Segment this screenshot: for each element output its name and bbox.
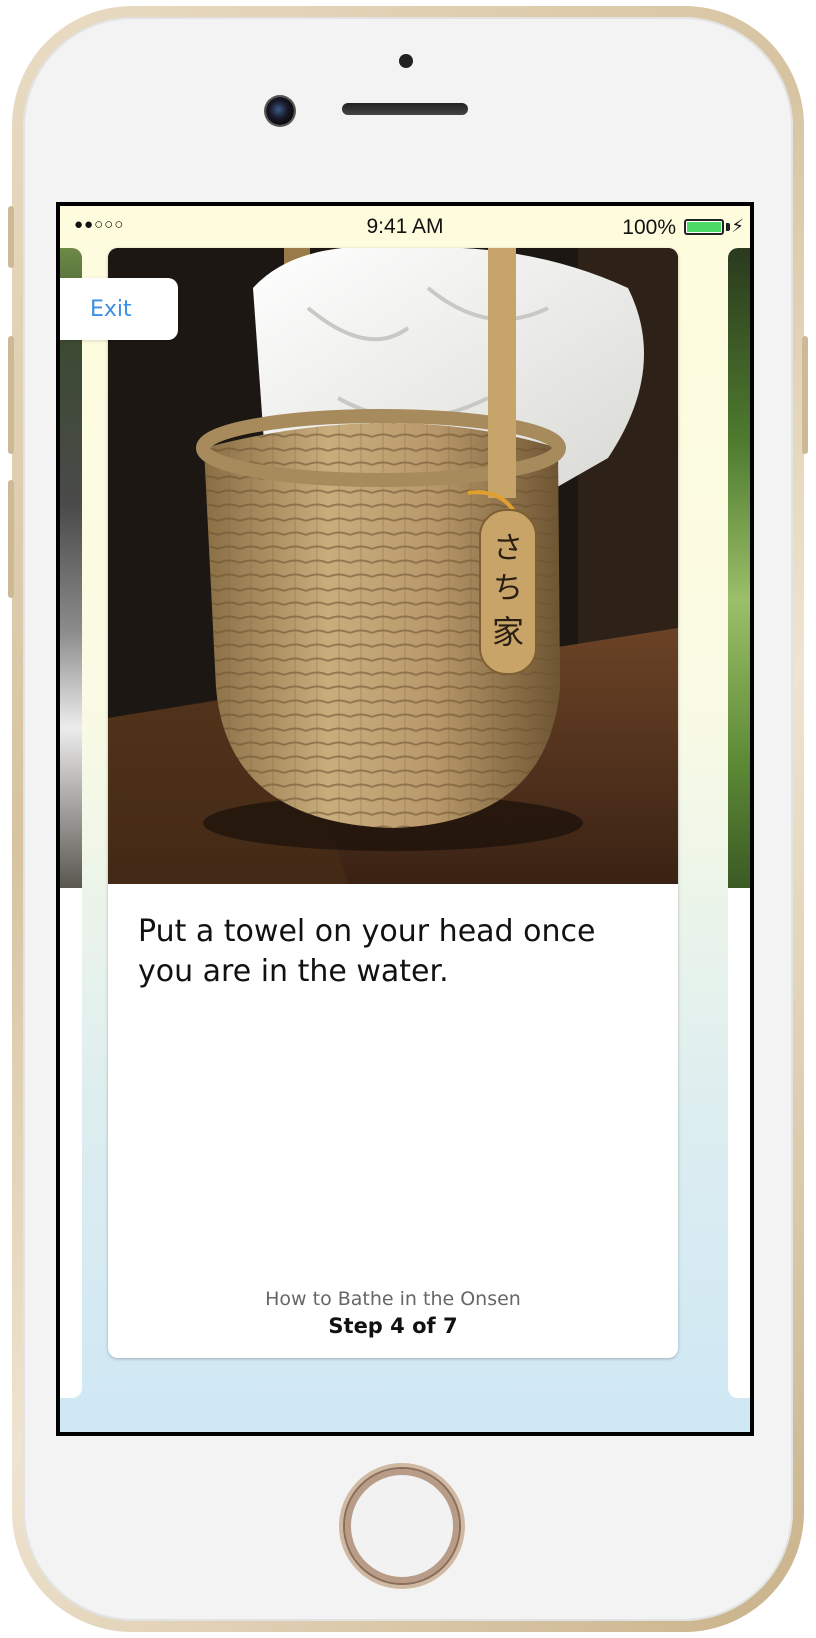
card-body: Put a towel on your head once you are in… <box>108 884 678 1358</box>
app-background: ●●○○○ 9:41 AM 100% ⚡︎ さ ち 家 Put a towel … <box>60 206 750 1432</box>
battery-level-fill <box>687 222 721 232</box>
step-card[interactable]: さ ち 家 Put a towel on your head once you … <box>108 248 678 1358</box>
power-button <box>802 336 808 454</box>
exit-button[interactable]: Exit <box>60 278 178 340</box>
home-button[interactable] <box>343 1467 461 1585</box>
step-instruction: Put a towel on your head once you are in… <box>138 914 596 989</box>
tag-glyph-3: 家 <box>492 613 524 651</box>
guide-title: How to Bathe in the Onsen <box>265 1288 521 1310</box>
towel-basket-illustration: さ ち 家 <box>108 248 678 884</box>
handle-right <box>488 248 516 498</box>
earpiece-speaker <box>342 103 468 115</box>
previous-card-image <box>60 248 82 888</box>
volume-up-button <box>8 336 14 454</box>
screen: ●●○○○ 9:41 AM 100% ⚡︎ さ ち 家 Put a towel … <box>56 202 754 1436</box>
battery-icon <box>684 219 724 235</box>
card-footer: How to Bathe in the Onsen Step 4 of 7 <box>108 1286 678 1340</box>
step-indicator: Step 4 of 7 <box>328 1314 458 1338</box>
tag-glyph-2: ち <box>493 571 523 606</box>
proximity-sensor <box>399 54 413 68</box>
status-bar: ●●○○○ 9:41 AM 100% ⚡︎ <box>60 206 750 248</box>
battery-percentage: 100% <box>622 216 676 239</box>
previous-card[interactable] <box>60 248 82 1398</box>
battery-tip <box>726 223 730 231</box>
next-card[interactable] <box>728 248 750 1398</box>
volume-down-button <box>8 480 14 598</box>
next-card-image <box>728 248 750 888</box>
step-photo: さ ち 家 <box>108 248 678 884</box>
bolt-icon: ⚡︎ <box>731 216 744 236</box>
mute-switch <box>8 206 14 268</box>
front-camera-icon <box>266 97 294 125</box>
tag-glyph-1: さ <box>493 531 523 566</box>
